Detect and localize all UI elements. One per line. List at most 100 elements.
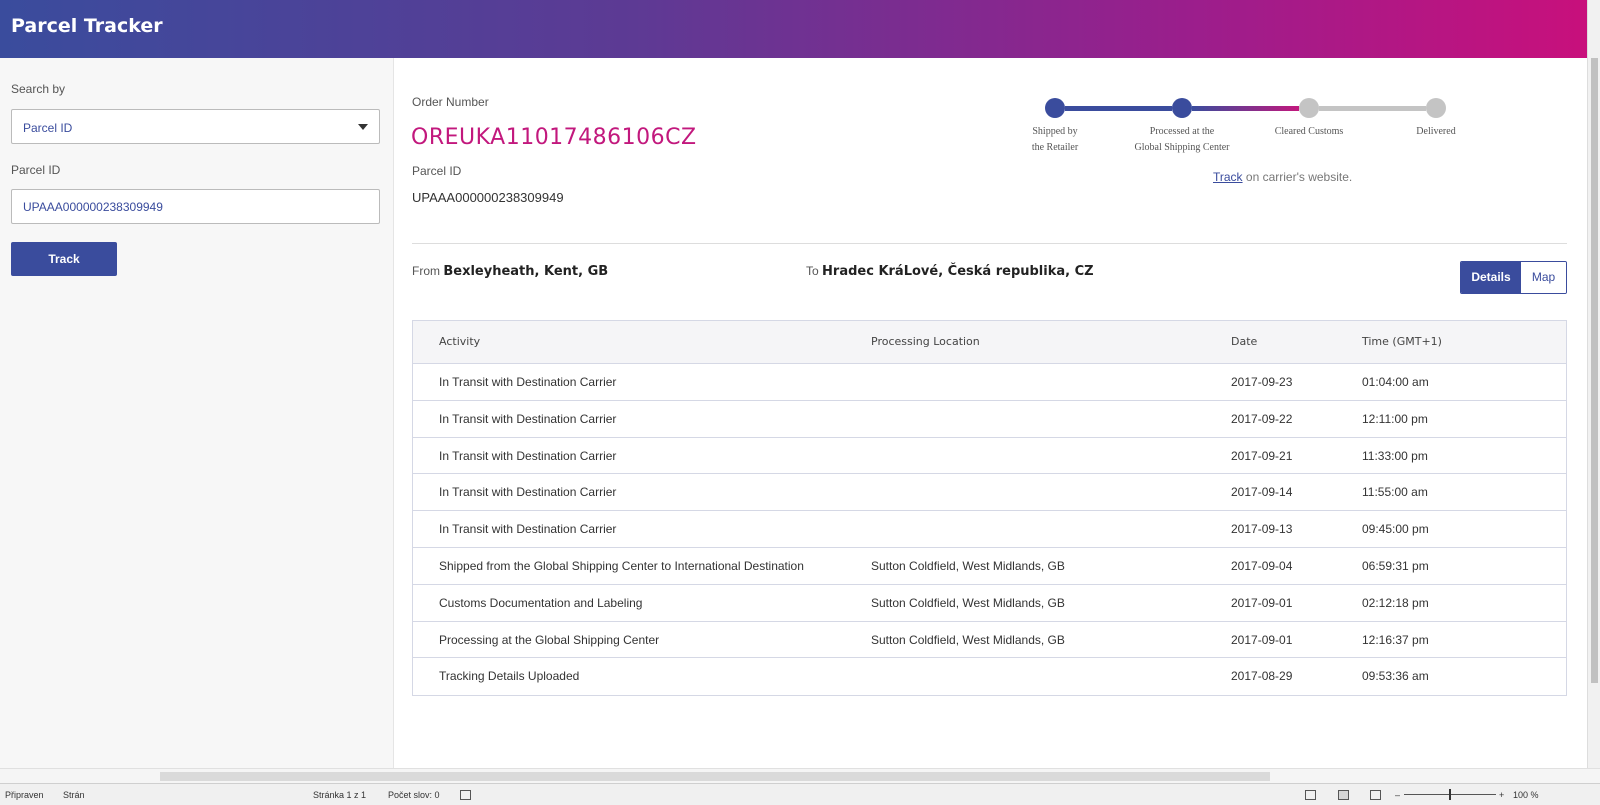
- cell-activity: In Transit with Destination Carrier: [439, 485, 617, 500]
- vertical-scrollbar[interactable]: [1587, 0, 1600, 783]
- cell-activity: Tracking Details Uploaded: [439, 669, 580, 684]
- status-page-truncated: Strán: [63, 790, 85, 800]
- parcel-id-heading: Parcel ID: [412, 164, 462, 178]
- cell-activity: Shipped from the Global Shipping Center …: [439, 558, 804, 573]
- table-row: In Transit with Destination Carrier 2017…: [413, 511, 1566, 548]
- step-label-customs: Cleared Customs: [1274, 126, 1344, 137]
- step-dot-delivered: [1426, 98, 1446, 118]
- cell-location: Sutton Coldfield, West Midlands, GB: [871, 595, 1065, 610]
- table-row: In Transit with Destination Carrier 2017…: [413, 474, 1566, 512]
- route-from: From Bexleyheath, Kent, GB: [412, 264, 608, 279]
- table-row: Tracking Details Uploaded 2017-08-29 09:…: [413, 658, 1566, 695]
- cell-time: 12:11:00 pm: [1362, 411, 1428, 426]
- status-word-count[interactable]: Počet slov: 0: [388, 790, 440, 800]
- track-button[interactable]: Track: [11, 242, 117, 276]
- route-to: To Hradec KráLové, Česká republika, CZ: [806, 264, 1094, 279]
- table-row: Shipped from the Global Shipping Center …: [413, 548, 1566, 585]
- cell-date: 2017-09-01: [1231, 595, 1293, 610]
- cell-time: 12:16:37 pm: [1362, 632, 1429, 647]
- cell-time: 09:53:36 am: [1362, 669, 1429, 684]
- read-mode-icon[interactable]: [1305, 790, 1316, 800]
- to-place: Hradec KráLové, Česká republika, CZ: [822, 264, 1094, 279]
- search-sidebar: Search by Parcel ID Parcel ID Track: [0, 58, 394, 768]
- column-header-location: Processing Location: [871, 335, 980, 348]
- tracking-main: Order Number OREUKA11017486106CZ Parcel …: [395, 58, 1587, 768]
- cell-date: 2017-09-21: [1231, 448, 1293, 463]
- cell-time: 06:59:31 pm: [1362, 558, 1429, 573]
- app-header: Parcel Tracker: [0, 0, 1587, 58]
- zoom-in-button[interactable]: +: [1499, 790, 1504, 800]
- cell-time: 01:04:00 am: [1362, 375, 1429, 389]
- cell-activity: Customs Documentation and Labeling: [439, 595, 643, 610]
- status-page[interactable]: Stránka 1 z 1: [313, 790, 366, 800]
- cell-activity: In Transit with Destination Carrier: [439, 411, 617, 426]
- caret-down-icon: [358, 124, 368, 130]
- column-header-time: Time (GMT+1): [1362, 335, 1442, 348]
- zoom-out-button[interactable]: –: [1395, 790, 1400, 800]
- app-title: Parcel Tracker: [11, 15, 163, 37]
- scrollbar-thumb[interactable]: [1591, 58, 1598, 683]
- column-header-date: Date: [1231, 335, 1258, 348]
- parcel-id-input[interactable]: [11, 189, 380, 224]
- search-by-label: Search by: [11, 82, 66, 96]
- step-label-processed: Processed at the Global Shipping Center: [1134, 126, 1230, 153]
- progress-segment: [1065, 106, 1172, 111]
- cell-activity: In Transit with Destination Carrier: [439, 448, 617, 463]
- cell-date: 2017-09-13: [1231, 522, 1293, 537]
- horizontal-scrollbar[interactable]: [0, 768, 1600, 783]
- step-dot-shipped: [1045, 98, 1065, 118]
- table-row: In Transit with Destination Carrier 2017…: [413, 364, 1566, 401]
- view-toggle: Details Map: [1460, 261, 1567, 294]
- search-by-value: Parcel ID: [23, 121, 73, 135]
- web-layout-icon[interactable]: [1370, 790, 1381, 800]
- table-row: Processing at the Global Shipping Center…: [413, 622, 1566, 659]
- carrier-track-link[interactable]: Track: [1213, 170, 1243, 184]
- from-prefix: From: [412, 264, 440, 278]
- progress-segment: [1192, 106, 1299, 111]
- search-by-select[interactable]: Parcel ID: [11, 109, 380, 144]
- carrier-track-text: Track on carrier's website.: [1213, 170, 1352, 184]
- step-label-shipped: Shipped by the Retailer: [1031, 126, 1079, 153]
- column-header-activity: Activity: [439, 335, 481, 348]
- progress-segment: [1319, 106, 1426, 111]
- cell-time: 11:33:00 pm: [1362, 448, 1428, 463]
- cell-date: 2017-08-29: [1231, 669, 1293, 684]
- cell-location: Sutton Coldfield, West Midlands, GB: [871, 558, 1065, 573]
- scrollbar-thumb[interactable]: [160, 772, 1270, 781]
- zoom-level[interactable]: 100 %: [1513, 790, 1539, 800]
- cell-date: 2017-09-23: [1231, 375, 1293, 389]
- cell-activity: Processing at the Global Shipping Center: [439, 632, 660, 647]
- proofing-icon[interactable]: [460, 790, 471, 800]
- zoom-slider-handle[interactable]: [1449, 789, 1451, 800]
- cell-time: 09:45:00 pm: [1362, 522, 1429, 537]
- status-bar: Připraven Strán Stránka 1 z 1 Počet slov…: [0, 783, 1600, 805]
- table-row: In Transit with Destination Carrier 2017…: [413, 401, 1566, 438]
- status-ready: Připraven: [5, 790, 44, 800]
- table-row: Customs Documentation and Labeling Sutto…: [413, 585, 1566, 622]
- cell-time: 11:55:00 am: [1362, 485, 1428, 500]
- cell-activity: In Transit with Destination Carrier: [439, 375, 617, 389]
- cell-date: 2017-09-14: [1231, 485, 1293, 500]
- to-prefix: To: [806, 264, 819, 278]
- details-tab[interactable]: Details: [1461, 262, 1521, 293]
- cell-date: 2017-09-04: [1231, 558, 1293, 573]
- print-layout-icon[interactable]: [1338, 790, 1349, 800]
- parcel-id-label: Parcel ID: [11, 163, 61, 177]
- shipment-progress: Shipped by the Retailer Processed at the G…: [1032, 98, 1505, 218]
- map-tab[interactable]: Map: [1521, 262, 1566, 293]
- cell-time: 02:12:18 pm: [1362, 595, 1429, 610]
- cell-activity: In Transit with Destination Carrier: [439, 522, 617, 537]
- from-place: Bexleyheath, Kent, GB: [443, 264, 609, 279]
- table-row: In Transit with Destination Carrier 2017…: [413, 438, 1566, 475]
- parcel-id-value: UPAAA000000238309949: [412, 190, 564, 205]
- cell-date: 2017-09-01: [1231, 632, 1293, 647]
- step-dot-customs: [1299, 98, 1319, 118]
- divider: [412, 243, 1567, 244]
- carrier-track-suffix: on carrier's website.: [1242, 170, 1353, 184]
- table-header: Activity Processing Location Date Time (…: [413, 321, 1566, 364]
- step-dot-processed: [1172, 98, 1192, 118]
- step-label-delivered: Delivered: [1416, 126, 1456, 137]
- cell-date: 2017-09-22: [1231, 411, 1293, 426]
- order-number-label: Order Number: [412, 95, 489, 109]
- order-number: OREUKA11017486106CZ: [411, 125, 697, 150]
